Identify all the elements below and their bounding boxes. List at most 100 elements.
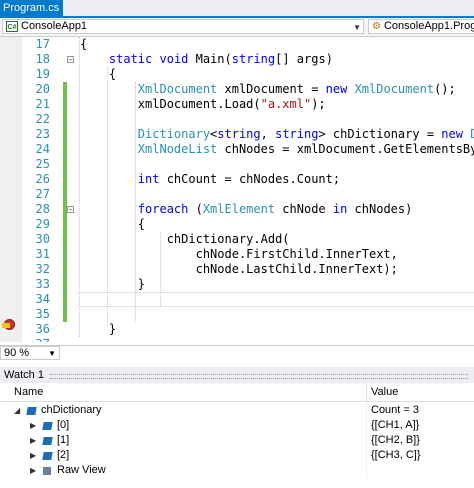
code-line[interactable]: 19 { (22, 67, 474, 82)
code-text: xmlDocument.Load("a.xml"); (80, 97, 326, 111)
column-divider (366, 403, 367, 418)
code-line[interactable]: 17 { (22, 37, 474, 52)
code-line[interactable]: 25 (22, 157, 474, 172)
column-divider (366, 463, 367, 478)
watch-name: [1] (57, 434, 70, 446)
code-line[interactable]: 26 int chCount = chNodes.Count; (22, 172, 474, 187)
watch-value: {[CH1, A]} (371, 419, 420, 431)
raw-view-icon (43, 467, 51, 475)
code-editor[interactable]: − − 17{18 static void Main(string[] args… (0, 37, 474, 342)
line-number: 36 (35, 322, 50, 336)
column-divider (366, 418, 367, 433)
line-number: 35 (35, 307, 50, 321)
code-line[interactable]: 34 (22, 292, 474, 307)
code-text: } (80, 322, 117, 336)
document-tab-strip: Program.cs (0, 0, 474, 18)
column-divider[interactable] (366, 384, 367, 401)
editor-status-strip: 90 % ▼ (0, 345, 474, 361)
code-line[interactable]: 30 chDictionary.Add( (22, 232, 474, 247)
code-text: { (80, 217, 146, 231)
line-number: 25 (35, 157, 50, 171)
watch-row[interactable]: ◢ chDictionary Count = 3 (0, 403, 474, 418)
line-number: 18 (35, 52, 50, 66)
object-icon (42, 452, 53, 460)
code-line[interactable]: 36 } (22, 322, 474, 337)
code-text: chNode.FirstChild.InnerText, (80, 247, 398, 261)
watch-window-title[interactable]: Watch 1 (0, 367, 474, 383)
code-text: { (80, 37, 88, 51)
code-line[interactable]: 24 XmlNodeList chNodes = xmlDocument.Get… (22, 142, 474, 157)
line-number: 21 (35, 97, 50, 111)
project-dropdown[interactable]: C# ConsoleApp1 ▼ (2, 19, 364, 34)
type-dropdown[interactable]: ⚙ ConsoleApp1.Prog (368, 19, 474, 34)
watch-name: Raw View (57, 464, 106, 476)
line-number: 23 (35, 127, 50, 141)
code-line[interactable]: 20 XmlDocument xmlDocument = new XmlDocu… (22, 82, 474, 97)
expand-arrow-icon[interactable]: ▶ (30, 418, 36, 433)
tab-label: Program.cs (3, 2, 60, 14)
line-number: 19 (35, 67, 50, 81)
watch-name: chDictionary (41, 404, 102, 416)
code-line[interactable]: 18 static void Main(string[] args) (22, 52, 474, 67)
expand-arrow-icon[interactable]: ▶ (30, 433, 36, 448)
expand-arrow-icon[interactable]: ▶ (30, 448, 36, 463)
navigation-bar: C# ConsoleApp1 ▼ ⚙ ConsoleApp1.Prog (0, 18, 474, 37)
code-text: Dictionary<string, string> chDictionary … (137, 127, 474, 141)
zoom-level: 90 % (4, 347, 30, 359)
code-line[interactable]: 28 foreach (XmlElement chNode in chNodes… (22, 202, 474, 217)
line-number: 30 (35, 232, 50, 246)
line-number: 29 (35, 217, 50, 231)
code-line[interactable]: 37 (22, 337, 474, 342)
line-number: 27 (35, 187, 50, 201)
line-number: 22 (35, 112, 50, 126)
code-line[interactable]: 31 chNode.FirstChild.InnerText, (22, 247, 474, 262)
collapse-arrow-icon[interactable]: ◢ (14, 403, 20, 418)
project-dropdown-label: ConsoleApp1 (21, 20, 88, 32)
watch-row[interactable]: ▶ [2] {[CH3, C]} (0, 448, 474, 463)
code-line[interactable]: 33 } (22, 277, 474, 292)
line-number: 24 (35, 142, 50, 156)
drag-grip[interactable] (50, 374, 468, 379)
object-icon (42, 422, 53, 430)
column-divider (366, 448, 367, 463)
csharp-project-icon: C# (6, 21, 18, 32)
watch-title-label: Watch 1 (4, 369, 44, 381)
watch-row[interactable]: ▶ Raw View (0, 463, 474, 478)
code-text: static void Main(string[] args) (108, 52, 333, 66)
code-line[interactable]: 27 (22, 187, 474, 202)
column-header-value[interactable]: Value (371, 384, 398, 401)
watch-row[interactable]: ▶ [1] {[CH2, B]} (0, 433, 474, 448)
zoom-dropdown[interactable]: 90 % ▼ (0, 346, 60, 360)
code-line[interactable]: 21 xmlDocument.Load("a.xml"); (22, 97, 474, 112)
tab-program-cs[interactable]: Program.cs (0, 0, 64, 16)
type-dropdown-label: ConsoleApp1.Prog (383, 20, 474, 32)
code-text: } (80, 277, 146, 291)
watch-window: Name Value ◢ chDictionary Count = 3 ▶ [0… (0, 384, 474, 488)
object-icon (26, 407, 37, 415)
class-icon: ⚙ (372, 21, 381, 32)
watch-header: Name Value (0, 384, 474, 402)
line-number: 31 (35, 247, 50, 261)
object-icon (42, 437, 53, 445)
breakpoint-margin[interactable] (0, 37, 22, 342)
watch-value: {[CH2, B]} (371, 434, 420, 446)
watch-row[interactable]: ▶ [0] {[CH1, A]} (0, 418, 474, 433)
code-text: chNode.LastChild.InnerText); (80, 262, 398, 276)
code-text: foreach (XmlElement chNode in chNodes) (137, 202, 413, 216)
chevron-down-icon: ▼ (353, 23, 361, 32)
code-text: XmlDocument xmlDocument = new XmlDocumen… (137, 82, 456, 96)
code-line[interactable]: 23 Dictionary<string, string> chDictiona… (22, 127, 474, 142)
line-number: 28 (35, 202, 50, 216)
line-number: 20 (35, 82, 50, 96)
code-line[interactable]: 22 (22, 112, 474, 127)
line-number: 26 (35, 172, 50, 186)
watch-value: {[CH3, C]} (371, 449, 421, 461)
code-line[interactable]: 29 { (22, 217, 474, 232)
code-line[interactable]: 32 chNode.LastChild.InnerText); (22, 262, 474, 277)
code-text: int chCount = chNodes.Count; (137, 172, 341, 186)
expand-arrow-icon[interactable]: ▶ (30, 463, 36, 478)
column-header-name[interactable]: Name (14, 384, 43, 401)
code-line[interactable]: 35 (22, 307, 474, 322)
watch-name: [2] (57, 449, 70, 461)
chevron-down-icon: ▼ (48, 349, 56, 358)
